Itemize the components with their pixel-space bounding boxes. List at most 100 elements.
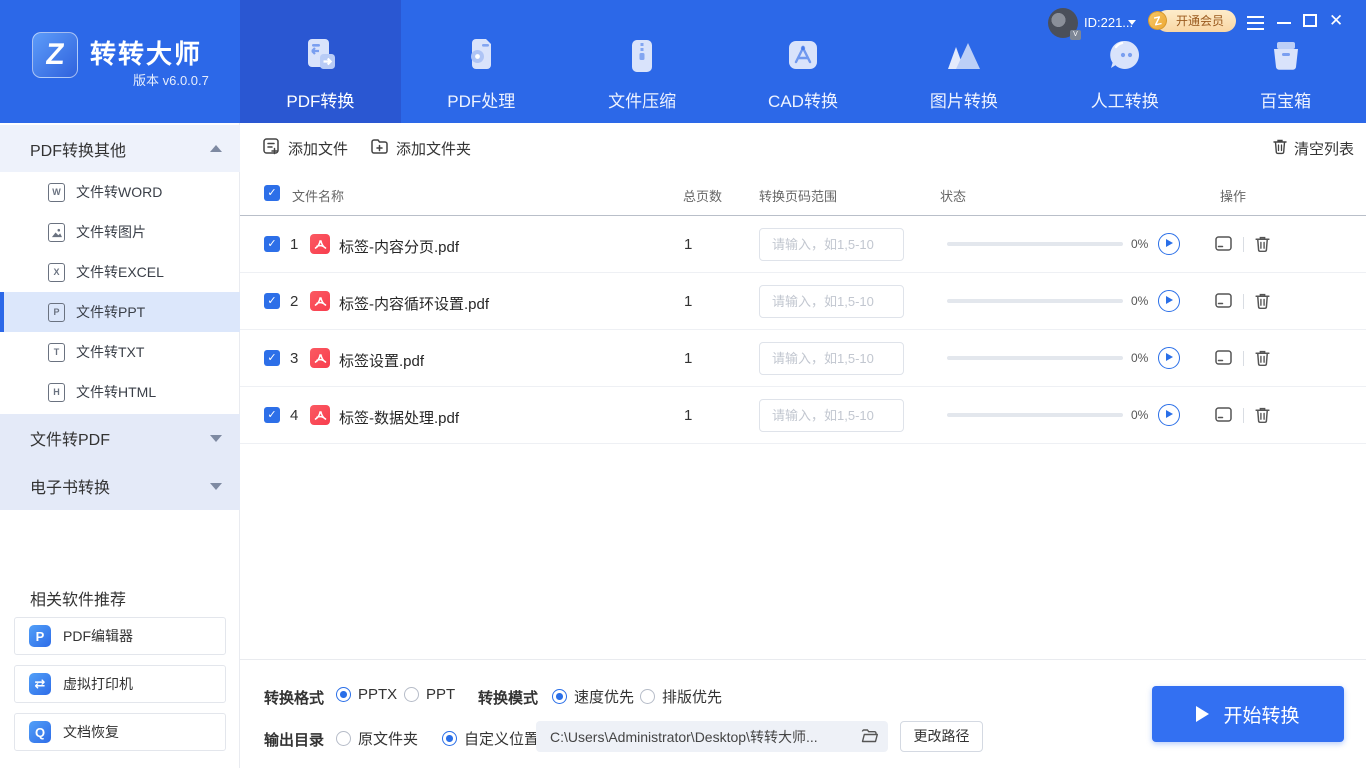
- start-convert-button[interactable]: 开始转换: [1152, 686, 1344, 742]
- tab-pdf-process[interactable]: PDF处理: [401, 0, 562, 123]
- vip-badge[interactable]: Z 开通会员: [1156, 10, 1236, 32]
- radio-layout-first[interactable]: 排版优先: [640, 686, 722, 707]
- user-id[interactable]: ID:221...: [1084, 15, 1133, 30]
- section-label: PDF转换其他: [30, 137, 126, 161]
- play-button[interactable]: [1158, 404, 1180, 426]
- delete-row-icon[interactable]: [1254, 349, 1271, 372]
- tab-file-compress[interactable]: 文件压缩: [562, 0, 723, 123]
- radio-icon: [442, 731, 457, 746]
- page-range-input[interactable]: [759, 342, 904, 375]
- software-label: PDF编辑器: [63, 626, 133, 646]
- progress-bar: [947, 413, 1123, 417]
- row-checkbox[interactable]: ✓: [264, 236, 280, 252]
- software-doc-recovery[interactable]: Q 文档恢复: [14, 713, 226, 751]
- add-folder-button[interactable]: 添加文件夹: [370, 136, 471, 160]
- radio-ppt[interactable]: PPT: [404, 686, 455, 703]
- add-file-button[interactable]: 添加文件: [262, 136, 348, 160]
- sidebar-item-to-txt[interactable]: T 文件转TXT: [0, 332, 240, 372]
- tab-cad-convert[interactable]: CAD转换: [723, 0, 884, 123]
- change-path-button[interactable]: 更改路径: [900, 721, 983, 752]
- app-title: 转转大师: [90, 34, 202, 71]
- divider: [1243, 351, 1244, 366]
- file-name: 标签-数据处理.pdf: [339, 407, 459, 428]
- open-location-icon[interactable]: [1214, 349, 1233, 372]
- tab-pdf-convert[interactable]: PDF转换: [240, 0, 401, 123]
- page-range-input[interactable]: [759, 285, 904, 318]
- output-path-field[interactable]: C:\Users\Administrator\Desktop\转转大师...: [536, 721, 888, 752]
- virtual-printer-icon: ⇄: [29, 673, 51, 695]
- sidebar-section-ebook-convert[interactable]: 电子书转换: [0, 462, 240, 510]
- radio-label: 自定义位置: [464, 728, 539, 749]
- sidebar-item-to-ppt[interactable]: P 文件转PPT: [0, 292, 240, 332]
- play-button[interactable]: [1158, 290, 1180, 312]
- divider: [1243, 237, 1244, 252]
- column-actions: 操作: [1220, 186, 1246, 205]
- logo-letter: Z: [44, 38, 66, 72]
- radio-pptx[interactable]: PPTX: [336, 686, 397, 703]
- sidebar-section-file-to-pdf[interactable]: 文件转PDF: [0, 414, 240, 462]
- file-name: 标签-内容分页.pdf: [339, 236, 459, 257]
- select-all-checkbox[interactable]: ✓: [264, 185, 280, 201]
- maximize-button[interactable]: [1303, 14, 1317, 27]
- zip-file-icon: [620, 34, 664, 78]
- delete-row-icon[interactable]: [1254, 235, 1271, 258]
- titlebar: Z 转转大师 版本 v6.0.0.7 PDF转换 PDF处理 文件压缩: [0, 0, 1366, 123]
- toolbox-icon: [1264, 34, 1308, 78]
- clear-list-label: 清空列表: [1294, 138, 1354, 159]
- row-checkbox[interactable]: ✓: [264, 293, 280, 309]
- minimize-button[interactable]: [1277, 22, 1291, 24]
- row-checkbox[interactable]: ✓: [264, 350, 280, 366]
- sidebar-item-to-image[interactable]: 文件转图片: [0, 212, 240, 252]
- open-location-icon[interactable]: [1214, 292, 1233, 315]
- recommend-title: 相关软件推荐: [30, 586, 126, 610]
- clear-list-button[interactable]: 清空列表: [1272, 138, 1354, 159]
- radio-speed-first[interactable]: 速度优先: [552, 686, 634, 707]
- file-name: 标签-内容循环设置.pdf: [339, 293, 489, 314]
- sidebar-item-to-word[interactable]: W 文件转WORD: [0, 172, 240, 212]
- radio-icon: [552, 689, 567, 704]
- open-location-icon[interactable]: [1214, 406, 1233, 429]
- radio-label: 速度优先: [574, 686, 634, 707]
- radio-source-folder[interactable]: 原文件夹: [336, 728, 418, 749]
- add-folder-label: 添加文件夹: [396, 138, 471, 159]
- chat-bubble-icon: [1103, 34, 1147, 78]
- tab-label: 人工转换: [1091, 87, 1159, 112]
- avatar-v-badge: V: [1070, 30, 1081, 40]
- sidebar-item-to-excel[interactable]: X 文件转EXCEL: [0, 252, 240, 292]
- menu-button[interactable]: [1247, 16, 1264, 34]
- sidebar-item-to-html[interactable]: H 文件转HTML: [0, 372, 240, 412]
- folder-icon[interactable]: [861, 728, 878, 749]
- user-avatar[interactable]: V: [1048, 8, 1078, 38]
- chevron-down-icon[interactable]: [1128, 20, 1136, 25]
- tab-label: CAD转换: [768, 87, 838, 112]
- page-range-input[interactable]: [759, 228, 904, 261]
- page-range-input[interactable]: [759, 399, 904, 432]
- html-file-icon: H: [48, 383, 65, 402]
- tab-label: PDF转换: [286, 87, 354, 112]
- row-checkbox[interactable]: ✓: [264, 407, 280, 423]
- tab-image-convert[interactable]: 图片转换: [883, 0, 1044, 123]
- pdf-file-icon: [310, 291, 330, 311]
- table-row: ✓ 3 标签设置.pdf 1 0%: [240, 330, 1366, 387]
- close-button[interactable]: ✕: [1329, 14, 1344, 29]
- output-label: 输出目录: [264, 729, 324, 750]
- delete-row-icon[interactable]: [1254, 292, 1271, 315]
- radio-label: 原文件夹: [358, 728, 418, 749]
- open-location-icon[interactable]: [1214, 235, 1233, 258]
- table-row: ✓ 4 标签-数据处理.pdf 1 0%: [240, 387, 1366, 444]
- radio-custom-location[interactable]: 自定义位置: [442, 728, 539, 749]
- cad-convert-icon: [781, 34, 825, 78]
- section-label: 电子书转换: [30, 474, 110, 498]
- app-window: Z 转转大师 版本 v6.0.0.7 PDF转换 PDF处理 文件压缩: [0, 0, 1366, 768]
- chevron-down-icon: [210, 435, 222, 442]
- delete-row-icon[interactable]: [1254, 406, 1271, 429]
- pdf-editor-icon: P: [29, 625, 51, 647]
- radio-icon: [404, 687, 419, 702]
- software-pdf-editor[interactable]: P PDF编辑器: [14, 617, 226, 655]
- play-button[interactable]: [1158, 347, 1180, 369]
- sidebar-section-pdf-convert-other[interactable]: PDF转换其他: [0, 125, 240, 172]
- software-virtual-printer[interactable]: ⇄ 虚拟打印机: [14, 665, 226, 703]
- progress-percent: 0%: [1131, 408, 1148, 422]
- play-button[interactable]: [1158, 233, 1180, 255]
- txt-file-icon: T: [48, 343, 65, 362]
